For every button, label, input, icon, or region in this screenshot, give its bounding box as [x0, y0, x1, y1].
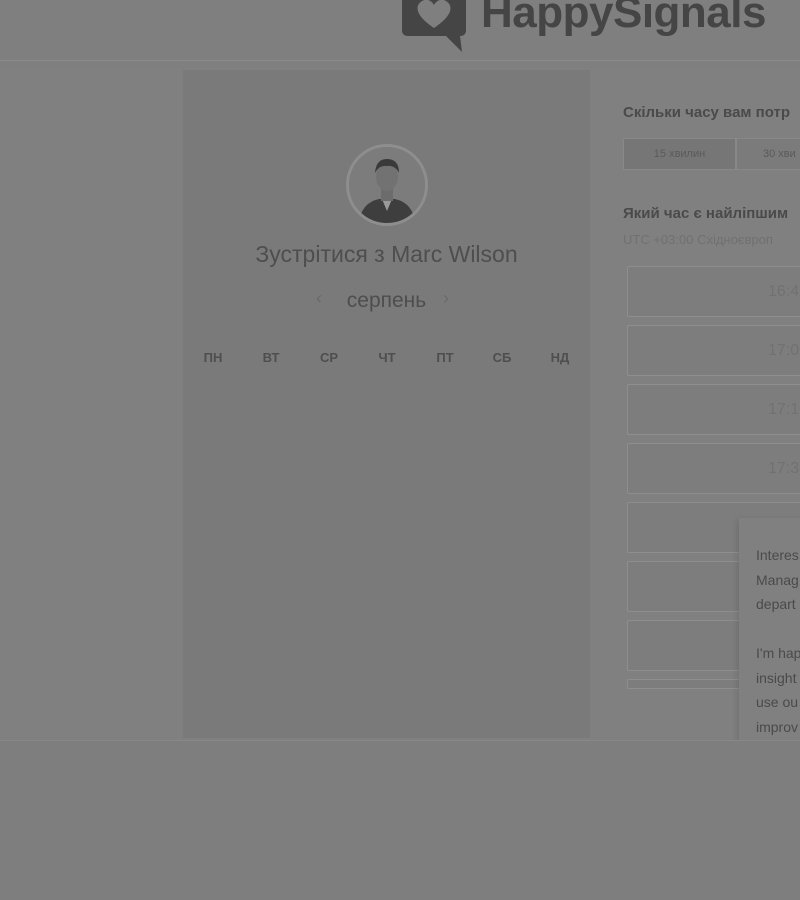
weekday-label: ЧТ	[378, 350, 396, 365]
time-slot[interactable]: 17:3	[627, 443, 800, 494]
weekday-label: ПН	[203, 350, 223, 365]
chat-line: Manag	[756, 571, 799, 588]
chat-line: depart	[756, 596, 796, 612]
weekday-label: НД	[550, 350, 570, 365]
weekday-label: ВТ	[262, 350, 280, 365]
weekday-header: ПН ВТ СР ЧТ ПТ СБ НД	[183, 350, 590, 370]
heart-speech-bubble-icon	[402, 0, 466, 52]
chat-line: Interes	[756, 547, 799, 563]
meeting-title: Зустрітися з Marc Wilson	[255, 241, 518, 267]
time-slot[interactable]: 17:1	[627, 384, 800, 435]
duration-option-15[interactable]: 15 хвилин	[623, 138, 736, 170]
month-label: серпень	[346, 289, 427, 312]
chat-line: improv	[756, 718, 799, 735]
calendar-panel: Зустрітися з Marc Wilson ‹ серпень › ПН …	[183, 70, 590, 738]
weekday-label: СР	[319, 350, 339, 365]
month-navigation: ‹ серпень ›	[183, 288, 590, 318]
footer-divider	[0, 740, 800, 741]
person-photo-icon	[349, 147, 425, 223]
brand-name[interactable]: HappySignals	[481, 0, 766, 38]
chat-line: insight	[756, 669, 797, 686]
time-question: Який час є найліпшим	[623, 205, 789, 222]
header-divider	[0, 60, 800, 61]
footer	[0, 740, 800, 900]
page: HappySignals Зустрітися з Marc Wilson ‹ …	[0, 0, 800, 900]
weekday-label: ПТ	[436, 350, 454, 365]
chat-line: use ou	[756, 694, 799, 710]
chevron-right-icon[interactable]: ›	[443, 288, 449, 309]
time-slot[interactable]: 16:4	[627, 266, 800, 317]
chat-message-intro: Interes Manag depart	[756, 543, 800, 617]
duration-option-30[interactable]: 30 хви	[736, 138, 800, 170]
timezone-label[interactable]: UTC +03:00 Східноєвроп	[623, 232, 773, 247]
chat-line: I'm hap	[756, 645, 800, 661]
duration-question: Скільки часу вам потр	[623, 104, 791, 121]
time-slot[interactable]: 17:0	[627, 325, 800, 376]
avatar	[346, 144, 428, 226]
weekday-label: СБ	[492, 350, 512, 365]
